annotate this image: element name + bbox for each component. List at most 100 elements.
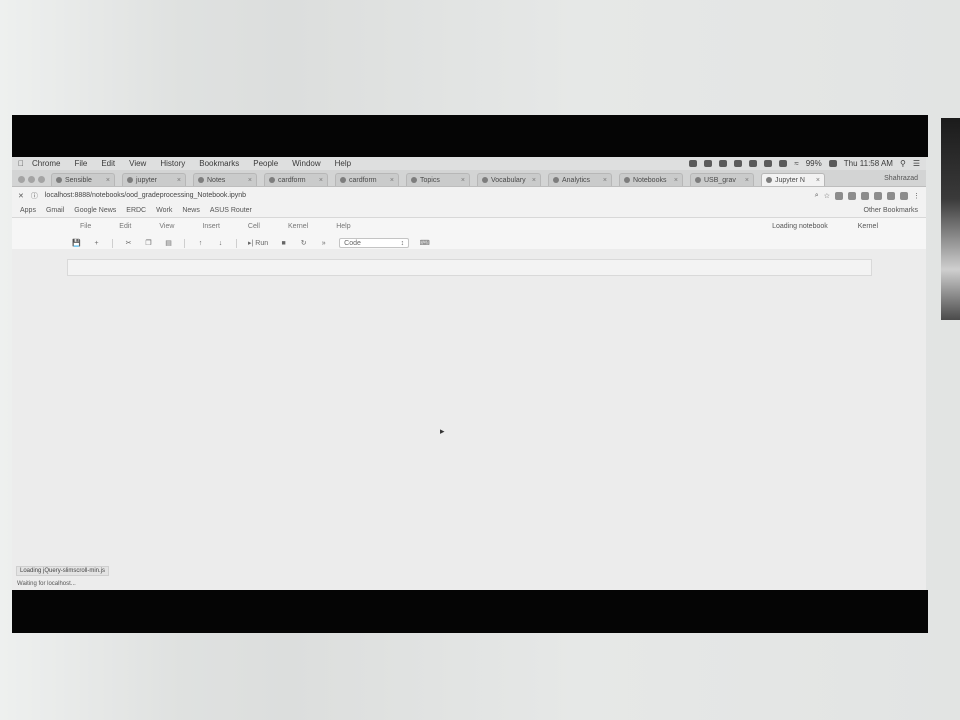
copy-icon[interactable]: ❐ (144, 239, 153, 248)
jupyter-menu-file[interactable]: File (80, 223, 91, 230)
zoom-window-button[interactable] (38, 175, 45, 183)
restart-icon[interactable]: ↻ (299, 239, 308, 248)
bookmark-erdc[interactable]: ERDC (126, 207, 146, 214)
extension-icon[interactable] (835, 191, 843, 200)
bookmark-news[interactable]: News (182, 207, 200, 214)
menu-view[interactable]: View (129, 159, 146, 168)
address-bar: ✕ ⓘ localhost:8888/notebooks/ood_gradepr… (12, 187, 926, 204)
close-tab-icon[interactable]: × (106, 177, 110, 184)
zoom-icon[interactable]: ⌕ (815, 192, 819, 200)
bookmark-star-icon[interactable]: ☆ (824, 192, 830, 200)
browser-tab[interactable]: cardform × (264, 173, 328, 186)
battery-percent[interactable]: 99% (806, 159, 822, 168)
browser-tab[interactable]: cardform × (335, 173, 399, 186)
menu-history[interactable]: History (160, 159, 185, 168)
tray-app-icon[interactable] (689, 160, 698, 167)
close-tab-icon[interactable]: × (745, 177, 749, 184)
browser-tab[interactable]: Sensible × (51, 173, 115, 186)
tray-app-icon[interactable] (704, 160, 713, 167)
save-icon[interactable]: 💾 (72, 239, 81, 248)
restart-run-all-icon[interactable]: » (319, 239, 328, 248)
jupyter-menu-edit[interactable]: Edit (119, 223, 131, 230)
close-tab-icon[interactable]: × (816, 177, 820, 184)
close-tab-icon[interactable]: × (603, 177, 607, 184)
paste-icon[interactable]: ▤ (164, 239, 173, 248)
browser-tab[interactable]: Analytics × (548, 173, 612, 186)
browser-tab[interactable]: Notebooks × (619, 173, 683, 186)
browser-tab[interactable]: Vocabulary × (477, 173, 541, 186)
tray-app-icon[interactable] (749, 160, 758, 167)
chrome-menu-icon[interactable]: ⋮ (913, 192, 920, 200)
browser-tab[interactable]: Notes × (193, 173, 257, 186)
extension-icon[interactable] (874, 191, 882, 200)
spotlight-search-icon[interactable]: ⚲ (900, 159, 906, 168)
command-palette-icon[interactable]: ⌨ (420, 239, 430, 248)
other-bookmarks[interactable]: Other Bookmarks (864, 207, 918, 214)
stop-loading-icon[interactable]: ✕ (18, 192, 24, 200)
bookmark-work[interactable]: Work (156, 207, 172, 214)
tab-title: cardform (278, 176, 306, 184)
close-window-button[interactable] (18, 175, 25, 183)
notebook-area: ▸ Loading jQuery-slimscroll-min.js Waiti… (12, 249, 926, 590)
close-tab-icon[interactable]: × (390, 177, 394, 184)
bookmark-apps[interactable]: Apps (20, 207, 36, 214)
cell-type-select[interactable]: Code ↕ (339, 238, 410, 248)
bookmark-google-news[interactable]: Google News (74, 207, 116, 214)
stop-icon[interactable]: ■ (279, 239, 288, 248)
bookmark-asus-router[interactable]: ASUS Router (210, 207, 252, 214)
menu-people[interactable]: People (253, 159, 278, 168)
bookmark-gmail[interactable]: Gmail (46, 207, 64, 214)
notebook-cell-placeholder[interactable] (67, 259, 872, 276)
notification-center-icon[interactable]: ☰ (913, 159, 920, 168)
bookmarks-bar: Apps Gmail Google News ERDC Work News AS… (12, 204, 926, 218)
clock[interactable]: Thu 11:58 AM (844, 159, 893, 168)
favicon-icon (482, 177, 488, 183)
browser-tab[interactable]: Topics × (406, 173, 470, 186)
profile-name[interactable]: Shahrazad (884, 175, 918, 182)
close-tab-icon[interactable]: × (248, 177, 252, 184)
jupyter-menu-help[interactable]: Help (336, 223, 350, 230)
tray-app-icon[interactable] (734, 160, 743, 167)
extension-icon[interactable] (887, 191, 895, 200)
extension-icon[interactable] (848, 191, 856, 200)
move-down-icon[interactable]: ↓ (216, 239, 225, 248)
address-bar-actions: ⌕ ☆ ⋮ (815, 191, 920, 200)
browser-tab-active[interactable]: Jupyter N × (761, 173, 825, 186)
menu-file[interactable]: File (74, 159, 87, 168)
browser-tab[interactable]: USB_grav × (690, 173, 754, 186)
menu-help[interactable]: Help (335, 159, 351, 168)
jupyter-menu-kernel[interactable]: Kernel (288, 223, 308, 230)
close-tab-icon[interactable]: × (461, 177, 465, 184)
tray-app-icon[interactable] (779, 160, 788, 167)
extension-icon[interactable] (900, 191, 908, 200)
jupyter-menu-cell[interactable]: Cell (248, 223, 260, 230)
page-info-icon[interactable]: ⓘ (31, 191, 38, 201)
extension-icon[interactable] (861, 191, 869, 200)
menu-chrome[interactable]: Chrome (32, 159, 60, 168)
apple-icon[interactable]:  (18, 159, 32, 168)
close-tab-icon[interactable]: × (319, 177, 323, 184)
kernel-indicator[interactable]: Kernel (858, 223, 878, 230)
insert-cell-icon[interactable]: + (92, 239, 101, 248)
menu-window[interactable]: Window (292, 159, 320, 168)
battery-icon[interactable] (828, 160, 837, 167)
cut-icon[interactable]: ✂ (124, 239, 133, 248)
tray-app-icon[interactable] (764, 160, 773, 167)
url-field[interactable]: localhost:8888/notebooks/ood_gradeproces… (45, 192, 246, 199)
minimize-window-button[interactable] (28, 175, 35, 183)
tab-title: Analytics (562, 176, 591, 184)
close-tab-icon[interactable]: × (674, 177, 678, 184)
move-up-icon[interactable]: ↑ (196, 239, 205, 248)
jupyter-menu-insert[interactable]: Insert (202, 223, 220, 230)
wifi-icon[interactable]: ≈ (794, 159, 798, 168)
close-tab-icon[interactable]: × (532, 177, 536, 184)
menu-bookmarks[interactable]: Bookmarks (199, 159, 239, 168)
tray-app-icon[interactable] (719, 160, 728, 167)
menu-edit[interactable]: Edit (101, 159, 115, 168)
jupyter-menu-view[interactable]: View (159, 223, 174, 230)
run-button[interactable]: ▸| Run (248, 239, 268, 247)
favicon-icon (411, 177, 417, 183)
browser-tab[interactable]: jupyter × (122, 173, 186, 186)
tab-title: cardform (349, 176, 377, 184)
close-tab-icon[interactable]: × (177, 177, 181, 184)
